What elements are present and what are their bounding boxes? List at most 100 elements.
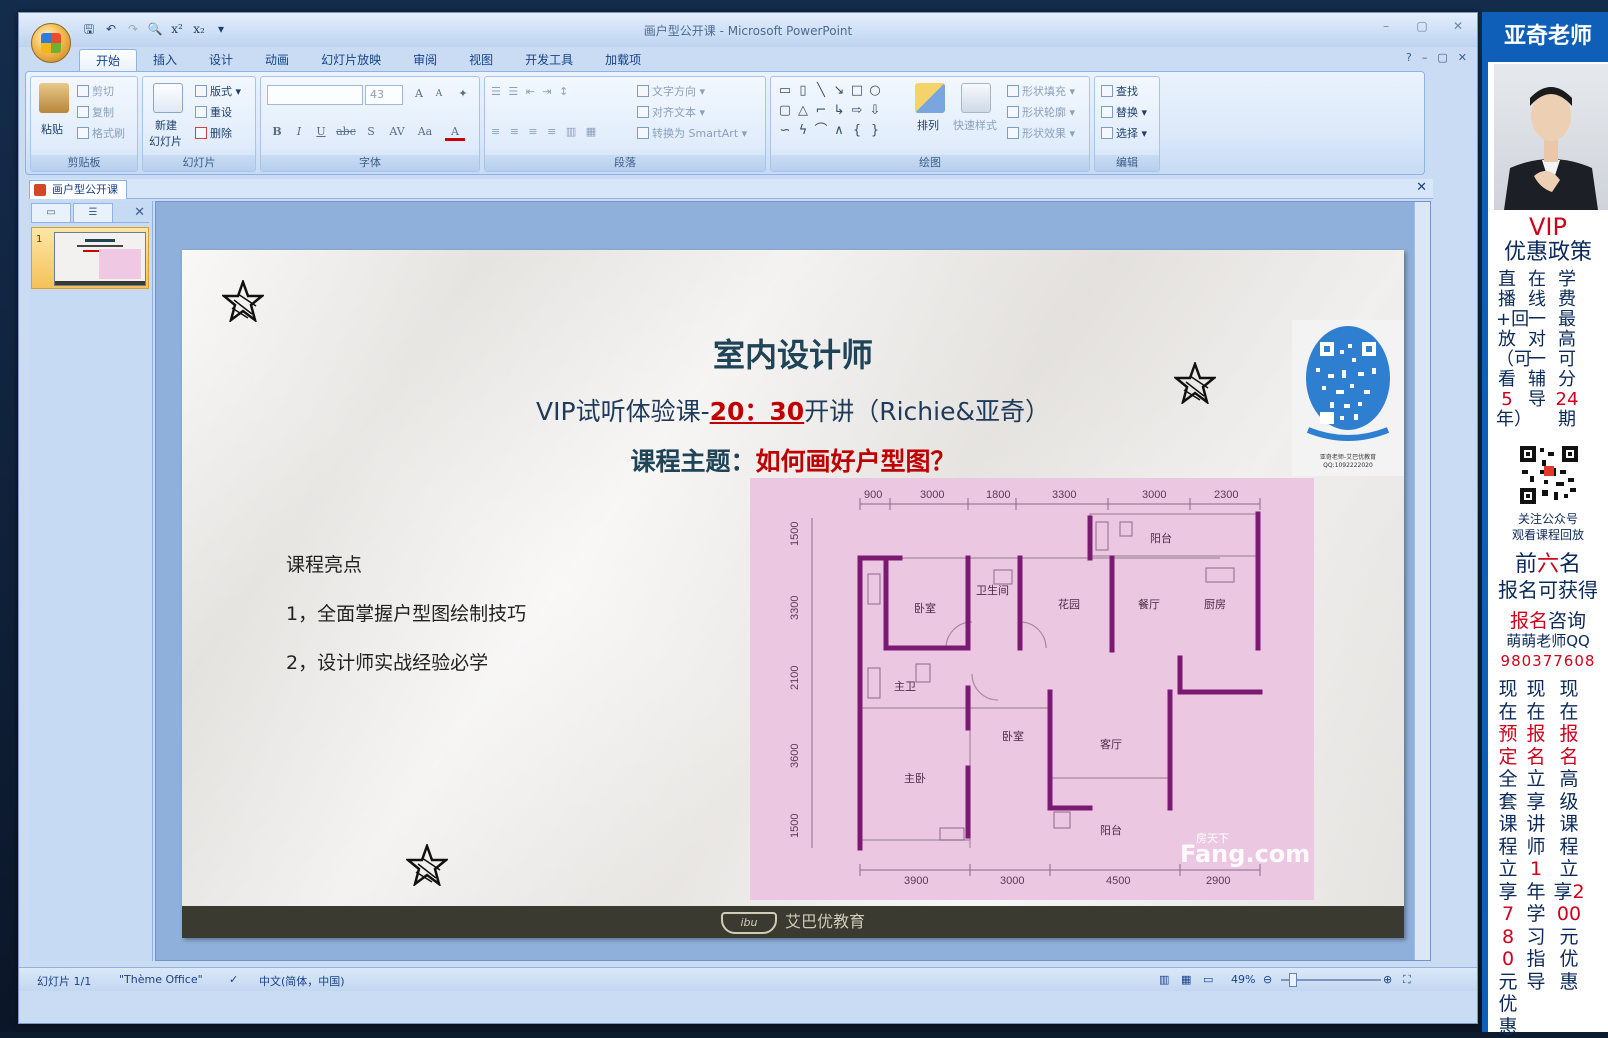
dim-top-2: 3000 — [920, 489, 944, 501]
language[interactable]: 中文(简体，中国) — [259, 973, 345, 989]
zoom-out-icon[interactable]: ⊖ — [1263, 973, 1272, 986]
slideshow-view-icon[interactable]: ▭ — [1203, 973, 1213, 986]
close-icon[interactable]: ✕ — [1447, 19, 1469, 37]
vertical-scrollbar[interactable] — [1414, 202, 1430, 960]
shape-fill-button[interactable]: 形状填充 ▾ — [1007, 83, 1075, 99]
rounded-rect-shape-icon[interactable]: ▢ — [777, 103, 793, 119]
brace-left-shape-icon[interactable]: { — [849, 123, 865, 139]
ribbon-minimize-icon[interactable]: – — [1422, 51, 1428, 64]
shape-effects-button[interactable]: 形状效果 ▾ — [1007, 125, 1075, 141]
document-close-icon[interactable]: ✕ — [1416, 180, 1427, 195]
shrink-font-button[interactable]: A — [429, 85, 449, 103]
triangle-shape-icon[interactable]: △ — [795, 103, 811, 119]
dim-top-1: 900 — [864, 489, 882, 501]
brace-right-shape-icon[interactable]: } — [867, 123, 883, 139]
align-text-button[interactable]: 对齐文本 ▾ — [637, 104, 705, 120]
b2-c: 年学习指导 — [1526, 880, 1546, 993]
textbox-shape-icon[interactable]: ▭ — [777, 83, 793, 99]
grow-font-button[interactable]: A — [409, 85, 429, 103]
strikethrough-button[interactable]: abc — [333, 123, 359, 141]
curve-shape-icon[interactable]: ∽ — [777, 123, 793, 139]
bold-button[interactable]: B — [267, 123, 287, 141]
slide-thumbnail-1[interactable]: 1 — [31, 227, 149, 289]
select-button[interactable]: 选择 ▾ — [1101, 125, 1147, 141]
office-button[interactable] — [31, 23, 71, 63]
normal-view-icon[interactable]: ▥ — [1159, 973, 1169, 986]
wave-shape-icon[interactable]: ∧ — [831, 123, 847, 139]
italic-button[interactable]: I — [289, 123, 309, 141]
shapes-gallery[interactable]: ▭ ▯ ╲ ↘ □ ○ ▢ △ ⌐ ↳ ⇨ ⇩ ∽ ϟ ⌒ ∧ {} — [777, 83, 901, 145]
slides-tab-icon[interactable]: ▭ — [31, 203, 71, 222]
quick-styles-icon[interactable] — [961, 83, 991, 113]
zoom-level[interactable]: 49% — [1231, 973, 1255, 986]
oval-shape-icon[interactable]: ○ — [867, 83, 883, 99]
new-slide-label-2[interactable]: 幻灯片 — [149, 133, 182, 149]
align-buttons[interactable]: ≡ ≡ ≡ ≡ ▥ ▦ — [491, 125, 599, 138]
pane-close-icon[interactable]: ✕ — [134, 205, 145, 220]
document-tab[interactable]: 画户型公开课 — [29, 180, 127, 199]
line-shape-icon[interactable]: ╲ — [813, 83, 829, 99]
change-case-button[interactable]: Aa — [413, 123, 437, 141]
tab-design[interactable]: 设计 — [193, 49, 249, 71]
col3-text: 学费最高可分 — [1558, 269, 1576, 390]
binoculars-icon — [1101, 85, 1113, 97]
tab-slideshow[interactable]: 幻灯片放映 — [305, 49, 397, 71]
list-buttons[interactable]: ☰ ☰ ⇤ ⇥ ↕ — [491, 85, 570, 98]
format-painter-button[interactable]: 格式刷 — [77, 125, 125, 141]
arrange-icon[interactable] — [915, 83, 945, 113]
spellcheck-icon[interactable]: ✓ — [229, 973, 238, 986]
cut-button[interactable]: 剪切 — [77, 83, 114, 99]
new-slide-icon[interactable] — [153, 83, 183, 113]
doc-close-icon[interactable]: ✕ — [1458, 51, 1467, 64]
paste-icon[interactable] — [39, 83, 69, 113]
restore-icon[interactable]: ▢ — [1411, 19, 1433, 37]
elbow-arrow-shape-icon[interactable]: ↳ — [831, 103, 847, 119]
clear-format-icon[interactable]: ✦ — [453, 85, 473, 103]
minimize-icon[interactable]: – — [1375, 19, 1397, 37]
find-button[interactable]: 查找 — [1101, 83, 1138, 99]
vtextbox-shape-icon[interactable]: ▯ — [795, 83, 811, 99]
zoom-slider-thumb[interactable] — [1289, 973, 1297, 987]
tab-view[interactable]: 视图 — [453, 49, 509, 71]
tab-insert[interactable]: 插入 — [137, 49, 193, 71]
shadow-button[interactable]: S — [361, 123, 381, 141]
paste-button[interactable]: 粘贴 — [41, 121, 63, 137]
outline-tab-icon[interactable]: ☰ — [73, 203, 113, 222]
font-size-combo[interactable]: 43 — [365, 85, 403, 105]
elbow-shape-icon[interactable]: ⌐ — [813, 103, 829, 119]
tab-home[interactable]: 开始 — [79, 49, 138, 71]
sorter-view-icon[interactable]: ▦ — [1181, 973, 1191, 986]
underline-button[interactable]: U — [311, 123, 331, 141]
delete-button[interactable]: 删除 — [195, 125, 232, 141]
arc-shape-icon[interactable]: ⌒ — [813, 123, 829, 139]
help-icon[interactable]: ? — [1406, 51, 1412, 64]
new-slide-label-1[interactable]: 新建 — [155, 117, 177, 133]
arrange-button[interactable]: 排列 — [917, 117, 939, 133]
text-direction-button[interactable]: 文字方向 ▾ — [637, 83, 705, 99]
b1-a: 现在 — [1498, 678, 1518, 723]
theme-name[interactable]: "Thème Office" — [119, 973, 203, 986]
char-spacing-button[interactable]: AV — [385, 123, 409, 141]
fit-window-icon[interactable]: ⛶ — [1403, 973, 1411, 987]
arrow-line-shape-icon[interactable]: ↘ — [831, 83, 847, 99]
reset-button[interactable]: 重设 — [195, 104, 232, 120]
down-arrow-shape-icon[interactable]: ⇩ — [867, 103, 883, 119]
font-name-combo[interactable] — [267, 85, 363, 105]
rect-shape-icon[interactable]: □ — [849, 83, 865, 99]
font-color-icon[interactable]: A — [445, 123, 465, 141]
layout-button[interactable]: 版式 ▾ — [195, 83, 241, 99]
tab-review[interactable]: 审阅 — [397, 49, 453, 71]
lightning-shape-icon[interactable]: ϟ — [795, 123, 811, 139]
shape-outline-button[interactable]: 形状轮廓 ▾ — [1007, 104, 1075, 120]
copy-button[interactable]: 复制 — [77, 104, 114, 120]
zoom-in-icon[interactable]: ⊕ — [1383, 973, 1392, 986]
tab-animations[interactable]: 动画 — [249, 49, 305, 71]
tab-developer[interactable]: 开发工具 — [509, 49, 589, 71]
slide-canvas[interactable]: 室内设计师 VIP试听体验课-20：30开讲（Richie&亚奇） 课程主题：如… — [182, 250, 1404, 938]
right-arrow-shape-icon[interactable]: ⇨ — [849, 103, 865, 119]
tab-addins[interactable]: 加载项 — [589, 49, 657, 71]
quick-styles-button[interactable]: 快速样式 — [953, 117, 997, 133]
ribbon-restore-icon[interactable]: ▢ — [1437, 51, 1447, 64]
convert-smartart-button[interactable]: 转换为 SmartArt ▾ — [637, 125, 747, 141]
replace-button[interactable]: 替换 ▾ — [1101, 104, 1147, 120]
